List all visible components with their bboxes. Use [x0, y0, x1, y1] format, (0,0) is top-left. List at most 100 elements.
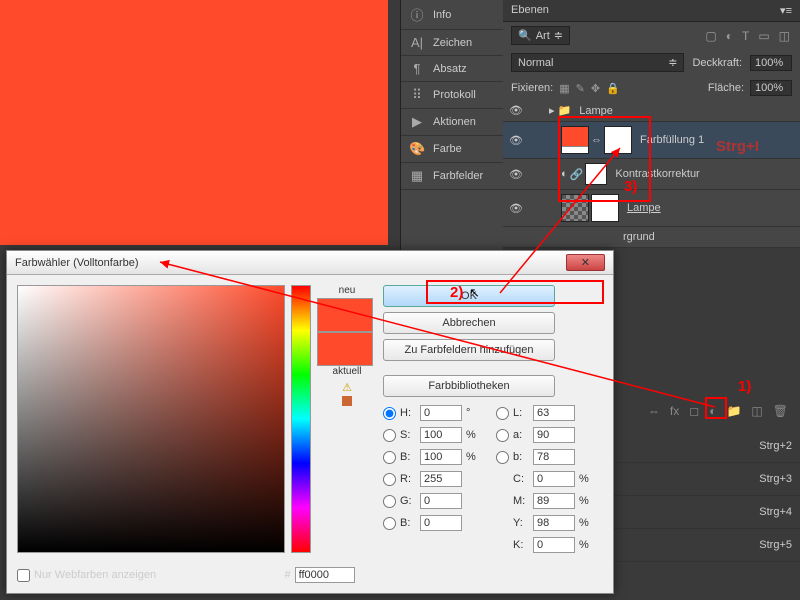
saturation-value-picker[interactable]: [17, 285, 285, 553]
panel-zeichen[interactable]: A|Zeichen: [401, 30, 503, 56]
shortcut-item[interactable]: Strg+3: [614, 463, 800, 496]
s-input[interactable]: [420, 427, 462, 443]
fx-icon[interactable]: fx: [670, 404, 679, 418]
mask-icon[interactable]: ◻: [689, 404, 699, 418]
dialog-title: Farbwähler (Volltonfarbe): [15, 257, 139, 269]
current-color-swatch[interactable]: [317, 332, 373, 366]
new-label: neu: [317, 285, 377, 296]
b3-input[interactable]: [533, 449, 575, 465]
web-colors-label: Nur Webfarben anzeigen: [34, 569, 156, 581]
visibility-icon[interactable]: 👁: [509, 134, 523, 147]
hex-label: #: [284, 569, 290, 581]
layer-hintergrund[interactable]: rgrund: [503, 227, 800, 248]
lock-move-icon[interactable]: ✥: [591, 82, 600, 95]
link-icon[interactable]: ⇔: [591, 134, 602, 146]
delete-icon[interactable]: 🗑: [773, 404, 788, 418]
b3-radio[interactable]: [496, 451, 509, 464]
close-button[interactable]: ✕: [566, 254, 605, 271]
layer-group-lampe[interactable]: 👁 ▸ 📁 Lampe: [503, 100, 800, 122]
b-input[interactable]: [420, 449, 462, 465]
layer-thumb[interactable]: [561, 194, 589, 222]
visibility-icon[interactable]: 👁: [509, 168, 523, 181]
mask-thumb[interactable]: [585, 163, 607, 185]
web-colors-checkbox[interactable]: [17, 569, 30, 582]
h-radio[interactable]: [383, 407, 396, 420]
shortcut-item[interactable]: Strg+4: [614, 496, 800, 529]
annotation-step2: 2): [450, 284, 463, 301]
character-icon: A|: [409, 35, 425, 50]
panel-menu-icon[interactable]: ▾≡: [780, 4, 792, 17]
h-input[interactable]: [420, 405, 462, 421]
filter-type-icon[interactable]: T: [742, 29, 749, 43]
m-input[interactable]: [533, 493, 575, 509]
filter-smart-icon[interactable]: ◫: [779, 29, 790, 43]
adjustment-icon[interactable]: ◐: [709, 404, 716, 418]
info-icon: ⓘ: [409, 5, 425, 24]
visibility-icon[interactable]: 👁: [509, 104, 523, 117]
group-icon[interactable]: 📁: [726, 404, 741, 418]
link-layers-icon[interactable]: ⇔: [648, 404, 660, 418]
layers-panel: Ebenen ▾≡ 🔍 Art ≑ ▢ ◐ T ▭ ◫ Normal≑ Deckk…: [503, 0, 800, 248]
fill-thumb[interactable]: [561, 126, 589, 154]
filter-type-select[interactable]: 🔍 Art ≑: [511, 26, 570, 45]
a-radio[interactable]: [496, 429, 509, 442]
b2-input[interactable]: [420, 515, 462, 531]
panel-protokoll[interactable]: ⠿Protokoll: [401, 82, 503, 109]
panel-info[interactable]: ⓘInfo: [401, 0, 503, 30]
panel-farbe[interactable]: 🎨Farbe: [401, 136, 503, 163]
g-radio[interactable]: [383, 495, 396, 508]
r-input[interactable]: [420, 471, 462, 487]
swatches-icon: ▦: [409, 168, 425, 184]
panel-absatz[interactable]: ¶Absatz: [401, 56, 503, 82]
panel-farbfelder[interactable]: ▦Farbfelder: [401, 163, 503, 190]
filter-pixel-icon[interactable]: ▢: [705, 29, 716, 43]
a-input[interactable]: [533, 427, 575, 443]
r-radio[interactable]: [383, 473, 396, 486]
actions-icon: ▶: [409, 114, 425, 130]
hex-input[interactable]: [295, 567, 355, 583]
lock-paint-icon[interactable]: ✎: [576, 82, 585, 95]
blend-mode-select[interactable]: Normal≑: [511, 53, 684, 72]
history-icon: ⠿: [409, 87, 425, 103]
layer-lampe-2[interactable]: 👁 Lampe: [503, 190, 800, 227]
cancel-button[interactable]: Abbrechen: [383, 312, 555, 334]
adjust-icon: ◐: [561, 168, 568, 180]
libraries-button[interactable]: Farbbibliotheken: [383, 375, 555, 397]
layer-kontrast[interactable]: 👁 ◐ 🔗 Kontrastkorrektur: [503, 159, 800, 190]
gamut-warning-icon[interactable]: ⚠: [342, 381, 352, 394]
shortcut-item[interactable]: Strg+2: [614, 430, 800, 463]
lock-all-icon[interactable]: 🔒: [606, 82, 620, 95]
mask-thumb[interactable]: [591, 194, 619, 222]
web-warning-icon[interactable]: [342, 396, 352, 406]
b2-radio[interactable]: [383, 517, 396, 530]
c-input[interactable]: [533, 471, 575, 487]
mask-thumb[interactable]: [604, 126, 632, 154]
color-icon: 🎨: [409, 141, 425, 157]
k-input[interactable]: [533, 537, 575, 553]
fill-input[interactable]: 100%: [750, 80, 792, 96]
folder-icon: ▸ 📁: [549, 104, 571, 117]
lock-trans-icon[interactable]: ▦: [559, 82, 569, 95]
document-canvas[interactable]: [0, 0, 388, 245]
opacity-label: Deckkraft:: [692, 57, 742, 69]
hue-slider[interactable]: [291, 285, 311, 553]
g-input[interactable]: [420, 493, 462, 509]
s-radio[interactable]: [383, 429, 396, 442]
b-radio[interactable]: [383, 451, 396, 464]
panel-aktionen[interactable]: ▶Aktionen: [401, 109, 503, 136]
new-color-swatch: [317, 298, 373, 332]
y-input[interactable]: [533, 515, 575, 531]
current-label: aktuell: [317, 366, 377, 377]
l-input[interactable]: [533, 405, 575, 421]
cursor-icon: ↖: [469, 285, 480, 301]
link-icon[interactable]: 🔗: [570, 168, 584, 181]
new-layer-icon[interactable]: ◫: [751, 404, 762, 418]
opacity-input[interactable]: 100%: [750, 55, 792, 71]
l-radio[interactable]: [496, 407, 509, 420]
add-swatch-button[interactable]: Zu Farbfeldern hinzufügen: [383, 339, 555, 361]
visibility-icon[interactable]: 👁: [509, 202, 523, 215]
shortcut-item[interactable]: Strg+5: [614, 529, 800, 562]
filter-adjust-icon[interactable]: ◐: [726, 29, 733, 43]
filter-shape-icon[interactable]: ▭: [758, 29, 769, 43]
layers-title: Ebenen: [511, 4, 549, 17]
